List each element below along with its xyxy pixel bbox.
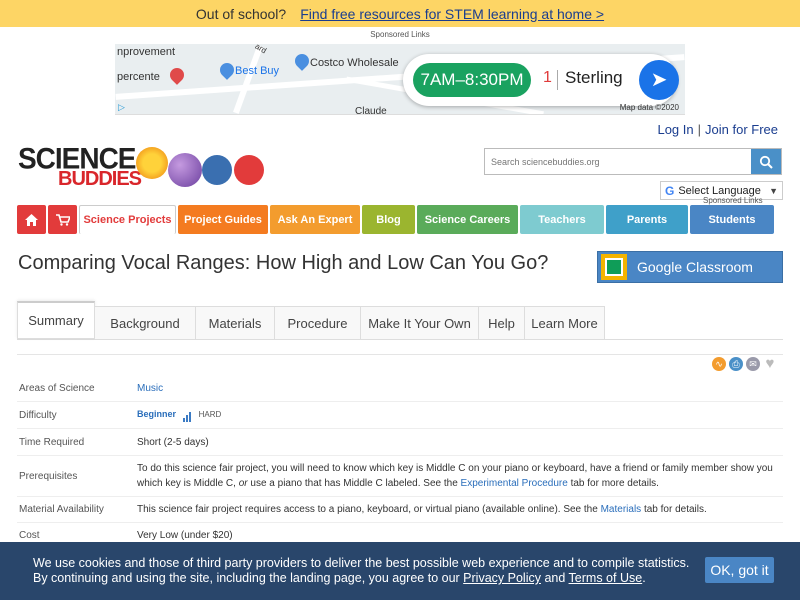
map-label: Claude (355, 106, 387, 115)
tab-help[interactable]: Help (479, 306, 525, 340)
nav-ask-an-expert[interactable]: Ask An Expert (270, 205, 360, 234)
promo-link[interactable]: Find free resources for STEM learning at… (300, 6, 604, 22)
search-input[interactable] (485, 149, 751, 174)
share-icons: ∿ ⎙ ✉ ♥ (712, 356, 777, 371)
sponsored-label: Sponsored Links (703, 196, 763, 205)
info-value: Short (2-5 days) (137, 436, 209, 448)
share-icon[interactable]: ∿ (712, 357, 726, 371)
map-label: nprovement (117, 46, 176, 58)
info-label: Material Availability (19, 504, 104, 515)
logo-text-buddies: BUDDIES (58, 168, 142, 190)
difficulty-max-label: HARD (198, 410, 222, 420)
info-value: Very Low (under $20) (137, 530, 233, 541)
site-logo[interactable]: SCIENCE BUDDIES (18, 137, 278, 193)
tab-background[interactable]: Background (95, 306, 196, 340)
map-pin-icon (292, 51, 312, 71)
info-row-areas: Areas of Science Music (17, 376, 783, 400)
nav-teachers[interactable]: Teachers (520, 205, 604, 234)
promo-lead: Out of school? (195, 5, 287, 22)
cart-icon (55, 213, 70, 226)
planet-icon (168, 153, 202, 187)
home-icon (25, 213, 38, 226)
google-classroom-button[interactable]: Google Classroom (597, 251, 783, 283)
map-attribution: Map data ©2020 (619, 103, 679, 112)
nav-parents[interactable]: Parents (606, 205, 688, 234)
map-pin-icon (167, 65, 187, 85)
google-classroom-icon (601, 254, 627, 280)
difficulty-bars-icon (182, 407, 192, 423)
main-nav: Science Projects Project Guides Ask An E… (17, 205, 783, 234)
map-label: Costco Wholesale (310, 57, 399, 69)
map-label: percente (117, 71, 160, 83)
divider (17, 354, 783, 355)
tab-materials[interactable]: Materials (196, 306, 275, 340)
search-button[interactable] (751, 149, 781, 174)
auth-divider: | (697, 122, 702, 137)
home-button[interactable] (17, 205, 46, 234)
cookie-banner: We use cookies and those of third party … (0, 542, 800, 600)
store-hours-card[interactable]: 7AM–8:30PM 1 Sterling ➤ (403, 54, 679, 106)
store-index: 1 (543, 69, 552, 86)
info-label: Areas of Science (19, 382, 95, 394)
chevron-down-icon: ▼ (769, 185, 778, 196)
adchoices-icon[interactable]: ▷ (118, 102, 125, 113)
join-link[interactable]: Join for Free (705, 122, 778, 137)
tab-make-it-your-own[interactable]: Make It Your Own (361, 306, 479, 340)
info-row-time: Time Required Short (2-5 days) (17, 428, 783, 455)
tab-procedure[interactable]: Procedure (275, 306, 361, 340)
procedure-link[interactable]: Experimental Procedure (461, 478, 568, 489)
info-value: To do this science fair project, you wil… (137, 463, 773, 489)
map-pin-icon (217, 60, 237, 80)
dna-icon (202, 155, 232, 185)
promo-bar: Out of school? Find free resources for S… (0, 0, 800, 27)
rocket-icon (234, 155, 264, 185)
info-value: This science fair project requires acces… (137, 504, 707, 515)
search-box (484, 148, 782, 175)
page-title: Comparing Vocal Ranges: How High and Low… (18, 252, 549, 274)
terms-of-use-link[interactable]: Terms of Use (569, 571, 643, 585)
store-location: Sterling (565, 68, 623, 87)
cookie-accept-button[interactable]: OK, got it (705, 557, 774, 583)
info-row-material: Material Availability This science fair … (17, 496, 783, 522)
hours-badge: 7AM–8:30PM (413, 63, 531, 97)
search-icon (759, 155, 773, 169)
nav-science-careers[interactable]: Science Careers (417, 205, 518, 234)
favorite-heart-icon[interactable]: ♥ (763, 356, 777, 371)
nav-science-projects[interactable]: Science Projects (79, 205, 176, 234)
info-label: Prerequisites (19, 470, 78, 482)
login-link[interactable]: Log In (657, 122, 693, 137)
map-ad[interactable]: nprovement percente Best Buy Costco Whol… (115, 44, 685, 115)
info-label: Difficulty (19, 409, 57, 421)
directions-icon[interactable]: ➤ (639, 60, 679, 100)
nav-project-guides[interactable]: Project Guides (178, 205, 268, 234)
difficulty-link[interactable]: Beginner (137, 410, 176, 420)
science-area-link[interactable]: Music (137, 383, 163, 394)
map-label: Best Buy (235, 65, 280, 77)
auth-links: Log In | Join for Free (657, 122, 778, 137)
project-tabs: Summary Background Materials Procedure M… (17, 301, 783, 340)
info-label: Time Required (19, 436, 85, 448)
privacy-policy-link[interactable]: Privacy Policy (463, 571, 541, 585)
map-road (233, 45, 263, 114)
sponsored-label: Sponsored Links (370, 30, 430, 39)
sun-icon (136, 147, 168, 179)
info-label: Cost (19, 530, 40, 541)
google-classroom-label: Google Classroom (637, 259, 753, 275)
nav-blog[interactable]: Blog (362, 205, 415, 234)
email-icon[interactable]: ✉ (746, 357, 760, 371)
materials-link[interactable]: Materials (601, 504, 642, 515)
info-row-prerequisites: Prerequisites To do this science fair pr… (17, 455, 783, 496)
google-icon: G (665, 183, 675, 198)
tab-summary[interactable]: Summary (17, 301, 95, 339)
cart-button[interactable] (48, 205, 77, 234)
print-icon[interactable]: ⎙ (729, 357, 743, 371)
divider (557, 70, 558, 90)
language-label: Select Language (678, 184, 761, 197)
nav-students[interactable]: Students (690, 205, 774, 234)
cookie-text: We use cookies and those of third party … (33, 556, 690, 585)
tab-learn-more[interactable]: Learn More (525, 306, 605, 340)
info-row-difficulty: Difficulty Beginner HARD (17, 401, 783, 428)
